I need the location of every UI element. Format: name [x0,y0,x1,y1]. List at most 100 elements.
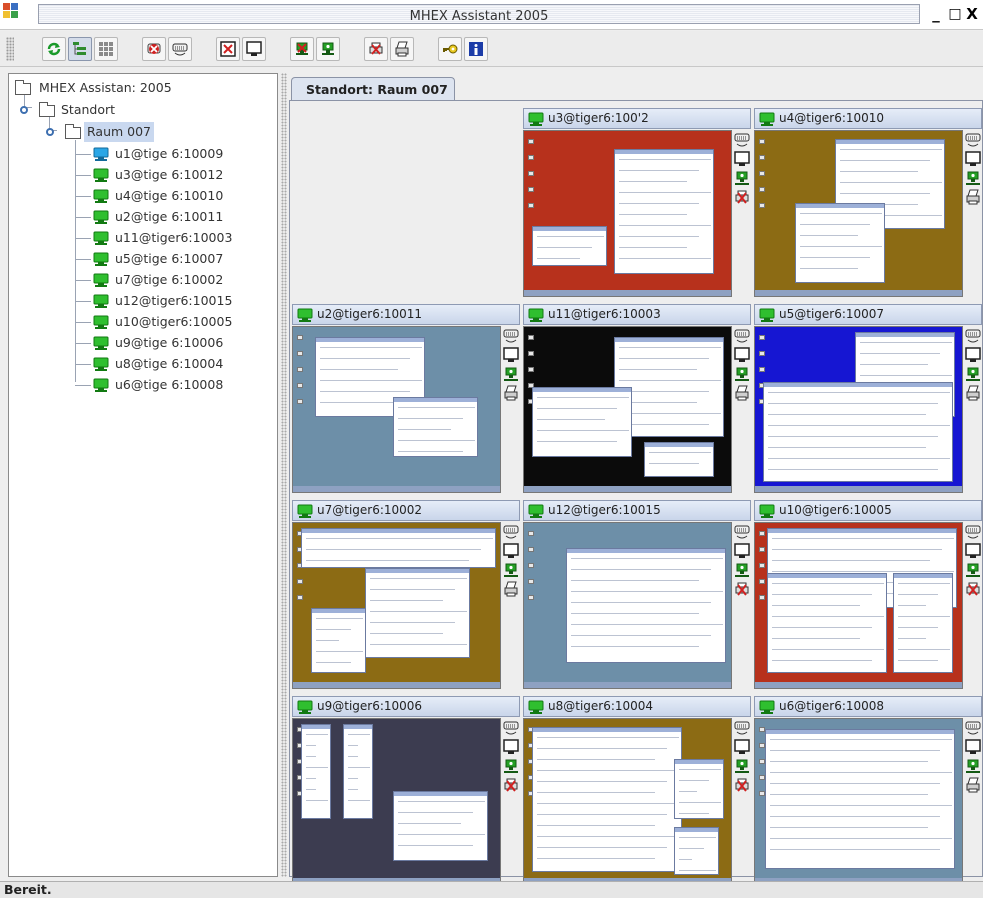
client-tile[interactable]: u12@tiger6:10015 [523,500,751,689]
printer-icon[interactable] [734,385,750,402]
client-screen-thumbnail[interactable] [754,326,963,493]
close-button[interactable]: X [964,5,980,23]
printer-off-icon[interactable] [503,777,519,794]
toolbar-grip[interactable] [6,37,14,61]
connect-network-button[interactable] [316,37,340,61]
network-icon[interactable] [734,170,750,187]
client-screen-thumbnail[interactable] [523,130,732,297]
reconnect-button[interactable] [42,37,66,61]
expand-toggle-icon[interactable] [20,106,28,114]
monitor-icon[interactable] [503,543,519,560]
client-tile-header[interactable]: u2@tiger6:10011 [292,304,520,325]
keyboard-icon[interactable] [503,328,519,345]
screen-off-button[interactable] [216,37,240,61]
keyboard-icon[interactable] [734,328,750,345]
tree-client-item[interactable]: u9@tige 6:10006 [75,333,271,353]
client-tile[interactable]: u7@tiger6:10002 [292,500,520,689]
keyboard-icon[interactable] [965,720,981,737]
tree-client-item[interactable]: u1@tige 6:10009 [75,144,271,164]
printer-icon[interactable] [503,385,519,402]
key-button[interactable] [438,37,462,61]
maximize-button[interactable]: □ [947,5,963,23]
printer-off-icon[interactable] [734,189,750,206]
client-tile-header[interactable]: u7@tiger6:10002 [292,500,520,521]
keyboard-icon[interactable] [734,132,750,149]
tree-client-item[interactable]: u11@tiger6:10003 [75,228,271,248]
keyboard-icon[interactable] [503,524,519,541]
keyboard-icon[interactable] [734,524,750,541]
client-tile[interactable]: u9@tiger6:10006 [292,696,520,885]
minimize-button[interactable]: _ [928,5,944,23]
network-icon[interactable] [734,562,750,579]
client-tile-header[interactable]: u9@tiger6:10006 [292,696,520,717]
keyboard-icon[interactable] [965,524,981,541]
tree-client-item[interactable]: u10@tiger6:10005 [75,312,271,332]
client-screen-thumbnail[interactable] [523,718,732,885]
monitor-icon[interactable] [503,347,519,364]
printer-icon[interactable] [503,581,519,598]
network-icon[interactable] [965,758,981,775]
network-icon[interactable] [965,366,981,383]
client-screen-thumbnail[interactable] [292,718,501,885]
client-screen-thumbnail[interactable] [292,326,501,493]
client-screen-thumbnail[interactable] [754,130,963,297]
client-tile[interactable]: u2@tiger6:10011 [292,304,520,493]
printer-icon[interactable] [965,385,981,402]
client-tile[interactable]: u3@tiger6:100'2 [523,108,751,297]
client-tile-header[interactable]: u11@tiger6:10003 [523,304,751,325]
keyboard-icon[interactable] [734,720,750,737]
client-tile[interactable]: u6@tiger6:10008 [754,696,982,885]
client-tile-header[interactable]: u3@tiger6:100'2 [523,108,751,129]
network-icon[interactable] [503,562,519,579]
tree-client-item[interactable]: u5@tige 6:10007 [75,249,271,269]
client-tile-header[interactable]: u10@tiger6:10005 [754,500,982,521]
tree-node-room[interactable]: Raum 007 [39,122,239,142]
printer-off-icon[interactable] [734,777,750,794]
grid-view-button[interactable] [94,37,118,61]
screen-on-button[interactable] [242,37,266,61]
tree-client-item[interactable]: u3@tige 6:10012 [75,165,271,185]
keyboard-button[interactable] [168,37,192,61]
client-tile[interactable]: u4@tiger6:10010 [754,108,982,297]
monitor-icon[interactable] [965,347,981,364]
keyboard-icon[interactable] [503,720,519,737]
tree-client-item[interactable]: u12@tiger6:10015 [75,291,271,311]
expand-toggle-icon[interactable] [46,128,54,136]
panel-splitter[interactable] [281,73,287,877]
printer-button[interactable] [390,37,414,61]
monitor-icon[interactable] [965,543,981,560]
lock-keyboard-button[interactable] [142,37,166,61]
disconnect-network-button[interactable] [290,37,314,61]
monitor-icon[interactable] [965,151,981,168]
monitor-icon[interactable] [734,543,750,560]
monitor-icon[interactable] [734,739,750,756]
network-icon[interactable] [503,366,519,383]
client-screen-thumbnail[interactable] [754,718,963,885]
printer-off-icon[interactable] [965,581,981,598]
client-tile-header[interactable]: u6@tiger6:10008 [754,696,982,717]
network-icon[interactable] [965,562,981,579]
monitor-icon[interactable] [734,347,750,364]
tree-client-item[interactable]: u2@tige 6:10011 [75,207,271,227]
client-tile[interactable]: u5@tiger6:10007 [754,304,982,493]
monitor-icon[interactable] [965,739,981,756]
info-button[interactable] [464,37,488,61]
tree-client-item[interactable]: u7@tige 6:10002 [75,270,271,290]
printer-icon[interactable] [965,189,981,206]
tree-client-item[interactable]: u8@tige 6:10004 [75,354,271,374]
network-icon[interactable] [734,366,750,383]
network-icon[interactable] [503,758,519,775]
printer-icon[interactable] [965,777,981,794]
tree-node-site[interactable]: Standort [13,100,253,120]
client-tile-header[interactable]: u12@tiger6:10015 [523,500,751,521]
network-icon[interactable] [734,758,750,775]
printer-off-icon[interactable] [734,581,750,598]
client-tile[interactable]: u11@tiger6:10003 [523,304,751,493]
tree-client-item[interactable]: u6@tige 6:10008 [75,375,271,395]
site-tree[interactable]: MHEX Assistan: 2005 Standort Raum 007 u1… [8,73,278,877]
client-tile-header[interactable]: u8@tiger6:10004 [523,696,751,717]
tab-room[interactable]: Standort: Raum 007 [291,77,455,101]
keyboard-icon[interactable] [965,132,981,149]
tree-view-button[interactable] [68,37,92,61]
client-tile[interactable]: u10@tiger6:10005 [754,500,982,689]
